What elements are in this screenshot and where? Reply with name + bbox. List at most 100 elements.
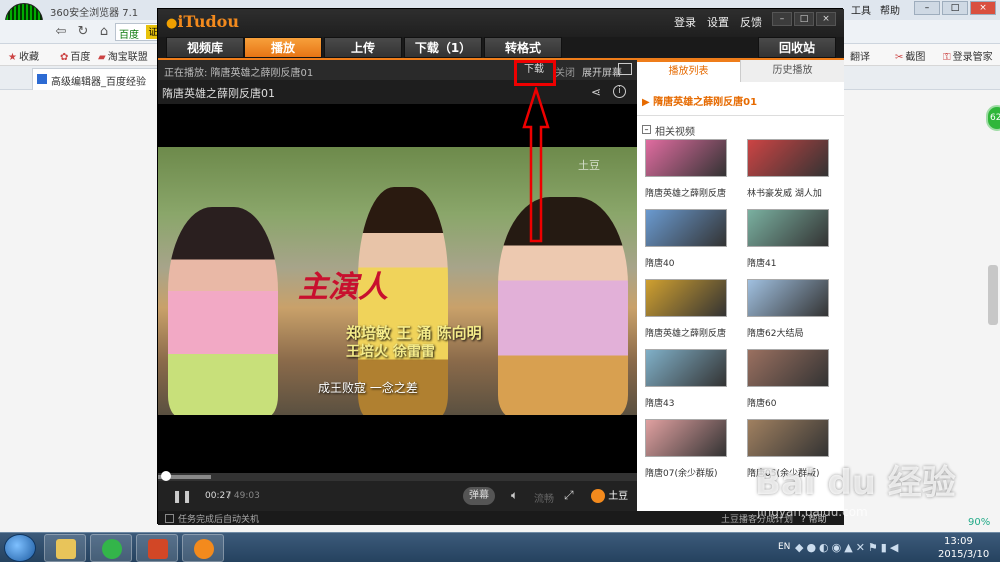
related-video-thumbnail[interactable] bbox=[747, 279, 829, 317]
bookmark-taobao[interactable]: ▰ 淘宝联盟 bbox=[98, 48, 148, 63]
player-controls: ❚❚ 00:27 / 49:03 弹幕 🔈︎ 流畅 ⤢ 土豆 bbox=[158, 481, 637, 511]
tab-video-library[interactable]: 视频库 bbox=[166, 37, 244, 58]
related-video-thumbnail[interactable] bbox=[645, 279, 727, 317]
back-arrow-icon[interactable]: ⇦ bbox=[52, 23, 70, 41]
time-total: / 49:03 bbox=[228, 491, 260, 501]
zoom-level[interactable]: 90% bbox=[968, 517, 990, 528]
clock-date[interactable]: 2015/3/10 bbox=[938, 549, 989, 560]
bookmark-baidu[interactable]: ✿ 百度 bbox=[60, 48, 90, 63]
related-video-title[interactable]: 隋唐40 bbox=[645, 256, 740, 269]
info-icon[interactable]: i bbox=[613, 85, 626, 98]
taskbar-powerpoint[interactable] bbox=[136, 534, 178, 562]
progress-bar[interactable] bbox=[158, 471, 637, 481]
scissors-icon: ✂ bbox=[895, 52, 904, 63]
related-video-thumbnail[interactable] bbox=[747, 139, 829, 177]
tab-upload[interactable]: 上传 bbox=[324, 37, 402, 58]
taskbar-itudou[interactable] bbox=[182, 534, 224, 562]
itudou-minimize-button[interactable]: – bbox=[772, 12, 792, 26]
credit-line: 郑培敏 王 涌 陈向明 bbox=[346, 324, 482, 342]
folder-icon bbox=[56, 539, 76, 559]
related-video-thumbnail[interactable] bbox=[645, 419, 727, 457]
itudou-maximize-button[interactable]: □ bbox=[794, 12, 814, 26]
tudou-brand-logo: 土豆 bbox=[591, 487, 631, 505]
playlist-current-label: 隋唐英雄之薛刚反唐01 bbox=[653, 97, 758, 108]
actress-figure bbox=[498, 197, 628, 415]
itudou-close-button[interactable]: × bbox=[816, 12, 836, 26]
tray-icons[interactable]: ◆●◐◉▲✕⚑▮◀ bbox=[795, 541, 901, 554]
collapse-icon[interactable]: – bbox=[642, 125, 651, 134]
minimize-button[interactable]: – bbox=[914, 1, 940, 15]
expand-icon[interactable] bbox=[618, 63, 632, 75]
page-scrollbar[interactable] bbox=[988, 265, 998, 325]
recycle-bin-button[interactable]: 回收站 bbox=[758, 37, 836, 58]
quality-button[interactable]: 流畅 bbox=[534, 490, 554, 505]
bookmark-label: 收藏 bbox=[18, 52, 39, 63]
tab-playlist[interactable]: 播放列表 bbox=[637, 60, 740, 82]
related-video-title[interactable]: 隋唐60 bbox=[747, 396, 842, 409]
bookmark-screenshot[interactable]: ✂ 截图 bbox=[895, 48, 925, 63]
playlist-panel: 播放列表 历史播放 ▶ 隋唐英雄之薛刚反唐01 – 相关视频 隋唐英雄之薛刚反唐… bbox=[637, 60, 844, 511]
login-link[interactable]: 登录 bbox=[674, 14, 696, 30]
related-video-thumbnail[interactable] bbox=[645, 139, 727, 177]
settings-link[interactable]: 设置 bbox=[707, 14, 729, 30]
browser-name: 360安全浏览器 7.1 bbox=[50, 8, 139, 19]
tab-play[interactable]: 播放 bbox=[244, 37, 322, 58]
related-video-title[interactable]: 隋唐07(余少群版) bbox=[645, 466, 740, 479]
related-video-title[interactable]: 林书豪发威 湖人加 bbox=[747, 186, 842, 199]
credit-line: 王培火 徐雷雷 bbox=[346, 344, 435, 360]
expand-screen-button[interactable]: 展开屏幕 bbox=[582, 64, 622, 79]
itudou-tabbar: 视频库 播放 上传 下载（1） 转格式 回收站 bbox=[158, 37, 844, 59]
close-button[interactable]: × bbox=[970, 1, 996, 15]
pause-icon[interactable]: ❚❚ bbox=[172, 489, 192, 503]
taskbar-explorer[interactable] bbox=[44, 534, 86, 562]
related-video-thumbnail[interactable] bbox=[645, 209, 727, 247]
related-video-thumbnail[interactable] bbox=[747, 419, 829, 457]
subtitle-line: 成王败寇 一念之差 bbox=[318, 381, 418, 395]
input-language[interactable]: EN bbox=[778, 542, 790, 552]
taskbar-360-browser[interactable] bbox=[90, 534, 132, 562]
side-badge[interactable]: 62 bbox=[986, 105, 1000, 131]
bookmark-translate[interactable]: 翻译 bbox=[850, 48, 870, 63]
taskbar: EN ◆●◐◉▲✕⚑▮◀ 13:09 2015/3/10 bbox=[0, 532, 1000, 562]
video-player[interactable]: 土豆 主演人 郑培敏 王 涌 陈向明 王培火 徐雷雷 成王败寇 一念之差 bbox=[158, 104, 637, 481]
tab-history[interactable]: 历史播放 bbox=[740, 60, 844, 82]
tab-title: 高级编辑器_百度经验 bbox=[51, 77, 146, 88]
maximize-button[interactable]: □ bbox=[942, 1, 968, 15]
tudou-logo-icon bbox=[591, 489, 605, 503]
playlist-current-item[interactable]: ▶ 隋唐英雄之薛刚反唐01 bbox=[642, 93, 757, 108]
close-panel-button[interactable]: 关闭 bbox=[555, 64, 575, 79]
clock-time[interactable]: 13:09 bbox=[944, 536, 973, 547]
progress-knob[interactable] bbox=[160, 471, 171, 481]
divider bbox=[637, 115, 844, 116]
related-video-title[interactable]: 隋唐英雄之薛刚反唐 bbox=[645, 326, 740, 339]
video-title: 隋唐英雄之薛刚反唐01 bbox=[162, 87, 275, 100]
related-video-title[interactable]: 隋唐43 bbox=[645, 396, 740, 409]
related-video-title[interactable]: 隋唐英雄之薛刚反唐 bbox=[645, 186, 740, 199]
paw-icon: ✿ bbox=[60, 52, 69, 63]
related-video-title[interactable]: 隋唐62大结局 bbox=[747, 326, 842, 339]
share-icon[interactable]: ⋖ bbox=[591, 85, 601, 99]
bookmark-login-manager[interactable]: ⚿ 登录管家 bbox=[943, 48, 993, 63]
refresh-icon[interactable]: ↻ bbox=[74, 23, 92, 41]
menu-tools[interactable]: 工具 bbox=[851, 2, 871, 17]
tab-download[interactable]: 下载（1） bbox=[404, 37, 482, 58]
page-favicon-icon bbox=[37, 74, 47, 84]
fullscreen-icon[interactable]: ⤢ bbox=[564, 488, 574, 503]
related-video-thumbnail[interactable] bbox=[645, 349, 727, 387]
key-icon: ⚿ bbox=[943, 52, 951, 63]
auto-shutdown-checkbox[interactable] bbox=[165, 514, 174, 523]
danmu-button[interactable]: 弹幕 bbox=[463, 487, 495, 505]
browser-icon bbox=[102, 539, 122, 559]
feedback-link[interactable]: 反馈 bbox=[740, 14, 762, 30]
menu-help[interactable]: 帮助 bbox=[880, 2, 900, 17]
bookmark-favorites[interactable]: ★ 收藏 bbox=[8, 48, 39, 63]
bookmark-label: 截图 bbox=[905, 52, 926, 63]
related-video-title[interactable]: 隋唐41 bbox=[747, 256, 842, 269]
address-bar[interactable]: 百度 证 bbox=[115, 23, 160, 41]
tab-convert[interactable]: 转格式 bbox=[484, 37, 562, 58]
related-video-thumbnail[interactable] bbox=[747, 349, 829, 387]
volume-icon[interactable]: 🔈︎ bbox=[511, 488, 518, 503]
related-video-thumbnail[interactable] bbox=[747, 209, 829, 247]
start-button[interactable] bbox=[4, 534, 36, 562]
home-icon[interactable]: ⌂ bbox=[95, 23, 113, 41]
